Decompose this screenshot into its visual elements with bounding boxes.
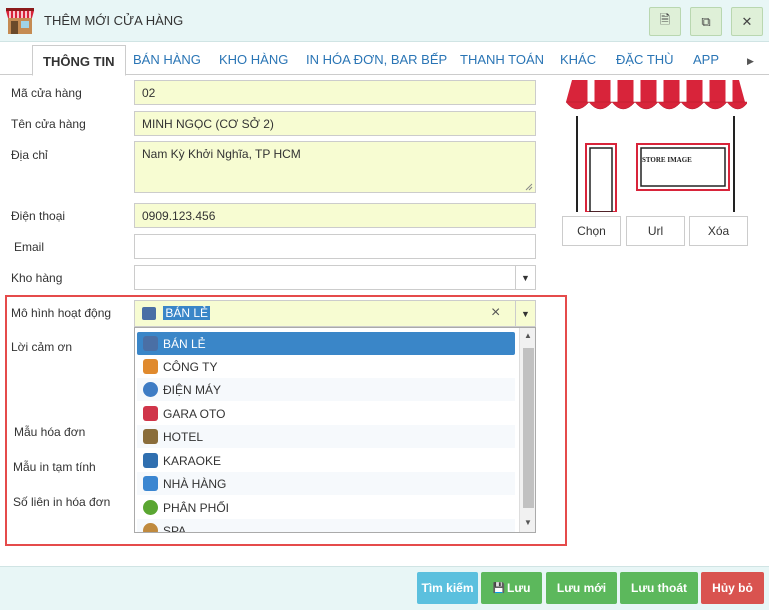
business-model-dropdown[interactable]: BÁN LẺ CÔNG TY ĐIỆN MÁY GARA OTO HOTEL K… [134, 327, 536, 533]
email-label: Email [14, 240, 45, 254]
delete-image-button[interactable]: Xóa [689, 216, 748, 246]
thanks-label: Lời cảm ơn [11, 340, 73, 354]
invoice-copies-label: Số liên in hóa đơn [13, 495, 111, 509]
store-image [565, 80, 747, 212]
option-dien-may[interactable]: ĐIỆN MÁY [137, 378, 515, 401]
document-icon: 🗎 [659, 11, 671, 27]
address-textarea[interactable]: Nam Kỳ Khởi Nghĩa, TP HCM [134, 141, 536, 193]
scrollbar-thumb[interactable] [523, 348, 534, 508]
restaurant-icon [143, 476, 158, 491]
tab-app[interactable]: APP [693, 52, 719, 67]
scroll-up-icon[interactable]: ▲ [524, 331, 532, 340]
close-button[interactable]: ✕ [731, 7, 763, 36]
cancel-button[interactable]: Hủy bỏ [701, 572, 764, 604]
tab-ban-hang[interactable]: BÁN HÀNG [133, 52, 201, 67]
choose-image-button[interactable]: Chọn [562, 216, 621, 246]
dropdown-scrollbar[interactable]: ▲ ▼ [519, 328, 535, 532]
store-image-caption: STORE IMAGE [642, 156, 692, 164]
chevron-down-icon[interactable]: ▼ [515, 265, 535, 290]
business-model-value: BÁN LẺ [163, 306, 211, 320]
resize-handle-icon[interactable] [525, 183, 533, 191]
image-url-button[interactable]: Url [626, 216, 685, 246]
option-ban-le[interactable]: BÁN LẺ [137, 332, 515, 355]
car-icon [143, 406, 158, 421]
window-title: THÊM MỚI CỬA HÀNG [44, 13, 184, 28]
spa-icon [143, 523, 158, 532]
copy-button[interactable]: ⧉ [690, 7, 722, 36]
option-hotel[interactable]: HOTEL [137, 425, 515, 448]
store-name-label: Tên cửa hàng [11, 117, 86, 131]
business-model-select[interactable]: BÁN LẺ [134, 300, 536, 327]
apple-icon [143, 500, 158, 515]
invoice-template-label: Mẫu hóa đơn [14, 425, 86, 439]
store-code-label: Mã cửa hàng [11, 86, 82, 100]
option-nha-hang[interactable]: NHÀ HÀNG [137, 472, 515, 495]
computer-icon [143, 336, 158, 351]
chevron-down-icon[interactable]: ▼ [515, 300, 535, 327]
store-name-input[interactable]: MINH NGỌC (CƠ SỞ 2) [134, 111, 536, 136]
tab-scroll-right-icon[interactable]: ▶ [747, 56, 754, 67]
company-icon [143, 359, 158, 374]
phone-label: Điện thoại [11, 209, 66, 223]
hotel-icon [143, 429, 158, 444]
clear-icon[interactable]: × [491, 304, 500, 322]
email-input[interactable] [134, 234, 536, 259]
tab-in-hoa-don[interactable]: IN HÓA ĐƠN, BAR BẾP [306, 52, 447, 67]
warehouse-label: Kho hàng [11, 271, 63, 285]
option-karaoke[interactable]: KARAOKE [137, 449, 515, 472]
save-exit-button[interactable]: Lưu thoát [620, 572, 698, 604]
phone-input[interactable]: 0909.123.456 [134, 203, 536, 228]
guitar-icon [143, 453, 158, 468]
store-icon [6, 8, 34, 34]
save-icon: 💾 [492, 582, 506, 594]
person-icon [143, 382, 158, 397]
temp-print-label: Mẫu in tạm tính [13, 460, 96, 474]
tab-kho-hang[interactable]: KHO HÀNG [219, 52, 288, 67]
business-model-label: Mô hình hoạt động [11, 306, 112, 320]
warehouse-select[interactable] [134, 265, 536, 290]
store-code-input[interactable]: 02 [134, 80, 536, 105]
tab-dac-thu[interactable]: ĐẶC THÙ [616, 52, 674, 67]
close-icon: ✕ [741, 13, 753, 29]
scroll-down-icon[interactable]: ▼ [524, 518, 532, 527]
copy-icon: ⧉ [701, 13, 711, 29]
computer-icon [142, 307, 156, 321]
tab-thong-tin[interactable]: THÔNG TIN [32, 45, 126, 76]
option-gara-oto[interactable]: GARA OTO [137, 402, 515, 425]
address-label: Địa chỉ [11, 148, 48, 162]
search-button[interactable]: Tìm kiếm [417, 572, 478, 604]
option-cong-ty[interactable]: CÔNG TY [137, 355, 515, 378]
option-phan-phoi[interactable]: PHÂN PHỐI [137, 496, 515, 519]
tab-thanh-toan[interactable]: THANH TOÁN [460, 52, 544, 67]
save-button[interactable]: 💾 Lưu [481, 572, 542, 604]
save-new-button[interactable]: Lưu mới [546, 572, 617, 604]
tab-khac[interactable]: KHÁC [560, 52, 596, 67]
document-button[interactable]: 🗎 [649, 7, 681, 36]
option-spa[interactable]: SPA [137, 519, 515, 532]
